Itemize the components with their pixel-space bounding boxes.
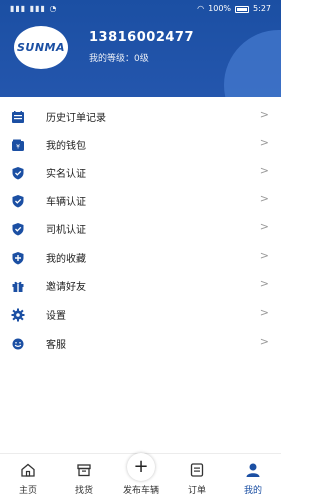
box-icon	[76, 462, 92, 478]
shield-check-icon	[11, 222, 25, 236]
status-time: 5:27	[253, 4, 271, 13]
menu-item-order-history[interactable]: 历史订单记录 >	[0, 103, 281, 131]
profile-header: ▮▮▮ ▮▮▮ ◔ ◠ 100% 5:27 SUNMA 13816002477 …	[0, 0, 281, 97]
battery-percent: 100%	[208, 4, 232, 13]
menu-item-label: 车辆认证	[46, 197, 86, 208]
wallet-icon: ¥	[11, 138, 25, 152]
menu-item-real-name[interactable]: 实名认证 >	[0, 159, 281, 187]
order-list-icon	[189, 462, 205, 478]
plus-icon[interactable]: +	[127, 453, 155, 481]
menu-item-invite[interactable]: 邀请好友 >	[0, 272, 281, 300]
chevron-right-icon: >	[259, 164, 269, 177]
chevron-right-icon: >	[259, 192, 269, 205]
logo-text: SUNMA	[16, 41, 66, 54]
menu-item-label: 司机认证	[46, 225, 86, 236]
menu-item-label: 我的钱包	[46, 141, 86, 152]
menu-item-settings[interactable]: 设置 >	[0, 301, 281, 329]
svg-text:¥: ¥	[16, 144, 20, 151]
tab-label: 主页	[18, 486, 37, 496]
signal-icon: ▮▮▮ ▮▮▮ ◔	[10, 4, 58, 13]
user-level: 我的等级：0级	[89, 54, 149, 64]
menu-list: 历史订单记录 > ¥ 我的钱包 > 实名认证 > 车辆认证 > 司机认证 > 我…	[0, 97, 281, 453]
order-history-icon	[11, 110, 25, 124]
customer-service-icon	[11, 337, 25, 351]
gear-icon	[11, 308, 25, 322]
chevron-right-icon: >	[259, 306, 269, 319]
user-icon	[245, 462, 261, 478]
wifi-icon: ◠	[197, 4, 205, 13]
tab-label: 发布车辆	[122, 486, 159, 496]
menu-item-label: 客服	[46, 340, 66, 351]
gift-icon	[11, 279, 25, 293]
battery-icon	[235, 5, 250, 13]
menu-item-label: 设置	[46, 311, 66, 322]
menu-item-customer-service[interactable]: 客服 >	[0, 330, 281, 358]
menu-item-driver[interactable]: 司机认证 >	[0, 215, 281, 243]
shield-check-icon	[11, 194, 25, 208]
tab-orders[interactable]: 订单	[172, 454, 222, 501]
header-decoration	[224, 30, 281, 97]
chevron-right-icon: >	[259, 136, 269, 149]
shield-check-icon	[11, 166, 25, 180]
chevron-right-icon: >	[259, 277, 269, 290]
chevron-right-icon: >	[259, 108, 269, 121]
home-icon	[20, 462, 36, 478]
chevron-right-icon: >	[259, 249, 269, 262]
tab-home[interactable]: 主页	[3, 454, 53, 501]
menu-item-label: 历史订单记录	[46, 113, 106, 124]
tab-find-goods[interactable]: 找货	[59, 454, 109, 501]
favorite-shield-icon	[11, 251, 25, 265]
menu-item-label: 我的收藏	[46, 254, 86, 265]
menu-item-label: 实名认证	[46, 169, 86, 180]
tab-mine[interactable]: 我的	[228, 454, 278, 501]
avatar[interactable]: SUNMA	[14, 26, 68, 69]
user-phone: 13816002477	[89, 30, 194, 45]
tab-label: 订单	[187, 486, 206, 496]
tab-label: 我的	[243, 486, 262, 496]
chevron-right-icon: >	[259, 335, 269, 348]
chevron-right-icon: >	[259, 220, 269, 233]
status-bar: ▮▮▮ ▮▮▮ ◔ ◠ 100% 5:27	[0, 0, 281, 18]
menu-item-vehicle[interactable]: 车辆认证 >	[0, 187, 281, 215]
menu-item-label: 邀请好友	[46, 282, 86, 293]
status-right: ◠ 100% 5:27	[197, 0, 271, 18]
menu-item-wallet[interactable]: ¥ 我的钱包 >	[0, 131, 281, 159]
menu-item-favorites[interactable]: 我的收藏 >	[0, 244, 281, 272]
tab-label: 找货	[74, 486, 93, 496]
